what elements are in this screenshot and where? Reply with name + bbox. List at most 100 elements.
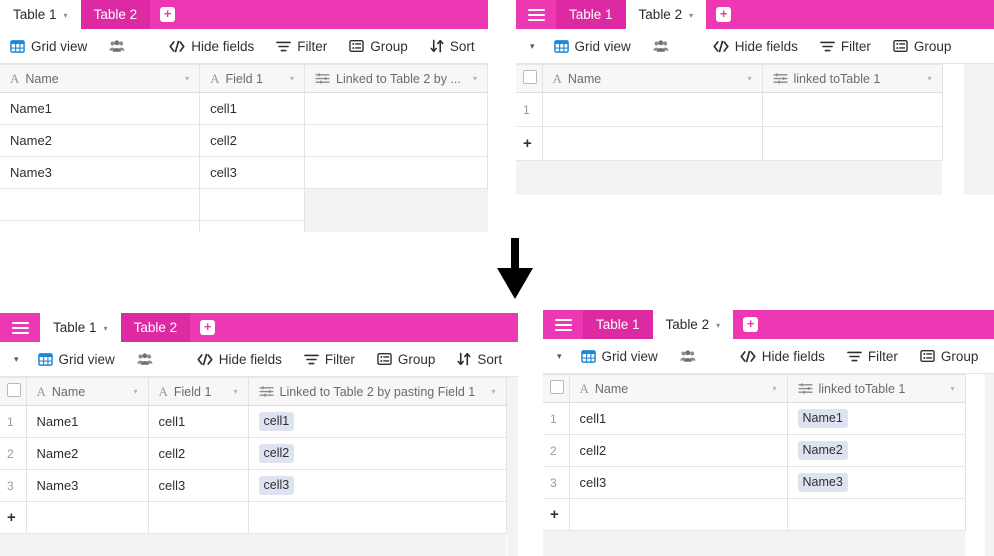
- group-button[interactable]: Group: [366, 352, 447, 367]
- select-all-cell[interactable]: [0, 377, 27, 406]
- column-header[interactable]: linked toTable 1 ▾: [787, 374, 966, 403]
- table-cell[interactable]: cell3: [569, 466, 788, 499]
- chevron-down-icon[interactable]: ▾: [473, 74, 477, 83]
- table-cell[interactable]: Name2: [787, 434, 966, 467]
- tab-table-1[interactable]: Table 1 ▾: [40, 313, 121, 342]
- hide-fields-button[interactable]: Hide fields: [702, 39, 809, 54]
- column-header[interactable]: A Name ▾: [0, 64, 201, 93]
- grid-view-button[interactable]: Grid view: [0, 39, 98, 54]
- collaborators-button[interactable]: [669, 349, 707, 363]
- filter-button[interactable]: Filter: [836, 349, 909, 364]
- grid-view-button[interactable]: Grid view: [544, 39, 642, 54]
- row-number-cell[interactable]: 2: [543, 434, 570, 467]
- sidebar-toggle-caret-icon[interactable]: ▾: [0, 354, 28, 365]
- chevron-down-icon[interactable]: ▾: [233, 387, 237, 396]
- table-cell[interactable]: [542, 92, 763, 127]
- plus-icon[interactable]: +: [523, 135, 532, 152]
- column-header[interactable]: A Field 1 ▾: [199, 64, 305, 93]
- linked-record-chip[interactable]: Name1: [797, 409, 848, 428]
- select-all-cell[interactable]: [516, 64, 543, 93]
- column-header[interactable]: Linked to Table 2 by ... ▾: [304, 64, 488, 93]
- table-cell[interactable]: [762, 92, 943, 127]
- add-row[interactable]: +: [0, 501, 507, 534]
- row-number-cell[interactable]: 3: [0, 469, 27, 502]
- chevron-down-icon[interactable]: ▾: [689, 11, 693, 20]
- tab-table-2[interactable]: Table 2 ▾: [652, 310, 734, 339]
- table-row[interactable]: 1: [516, 92, 964, 127]
- chevron-down-icon[interactable]: ▾: [133, 387, 137, 396]
- tab-table-1[interactable]: Table 1: [583, 310, 653, 339]
- chevron-down-icon[interactable]: ▾: [772, 384, 776, 393]
- add-row[interactable]: +: [543, 498, 985, 531]
- add-row-cell[interactable]: +: [543, 498, 570, 531]
- filter-button[interactable]: Filter: [809, 39, 882, 54]
- chevron-down-icon[interactable]: ▾: [716, 321, 720, 330]
- linked-record-chip[interactable]: cell3: [258, 476, 295, 495]
- filter-button[interactable]: Filter: [265, 39, 338, 54]
- add-row-cell[interactable]: +: [516, 126, 543, 161]
- column-header[interactable]: A Name ▾: [569, 374, 788, 403]
- hamburger-menu-icon[interactable]: [0, 313, 40, 342]
- row-number-cell[interactable]: 1: [516, 92, 543, 127]
- plus-icon[interactable]: +: [7, 509, 16, 526]
- column-header[interactable]: A Name ▾: [26, 377, 149, 406]
- table-cell[interactable]: cell1: [199, 92, 305, 125]
- hide-fields-button[interactable]: Hide fields: [186, 352, 293, 367]
- table-row[interactable]: 2 cell2 Name2: [543, 434, 985, 467]
- hide-fields-button[interactable]: Hide fields: [158, 39, 265, 54]
- table-cell[interactable]: Name1: [0, 92, 201, 125]
- sidebar-toggle-caret-icon[interactable]: ▾: [516, 41, 544, 52]
- table-cell[interactable]: cell3: [248, 469, 507, 502]
- collaborators-button[interactable]: [126, 352, 164, 366]
- row-number-cell[interactable]: 1: [543, 402, 570, 435]
- select-all-cell[interactable]: [543, 374, 570, 403]
- hamburger-menu-icon[interactable]: [516, 0, 556, 29]
- collaborators-button[interactable]: [98, 39, 136, 53]
- row-number-cell[interactable]: 3: [543, 466, 570, 499]
- table-cell[interactable]: Name3: [0, 156, 201, 189]
- group-button[interactable]: Group: [882, 39, 963, 54]
- table-cell[interactable]: cell1: [148, 405, 249, 438]
- column-header[interactable]: linked toTable 1 ▾: [762, 64, 943, 93]
- add-row-cell[interactable]: +: [0, 501, 27, 534]
- table-cell[interactable]: Name3: [26, 469, 149, 502]
- table-cell[interactable]: Name3: [787, 466, 966, 499]
- chevron-down-icon[interactable]: ▾: [491, 387, 495, 396]
- add-table-button[interactable]: +: [150, 0, 185, 29]
- table-row[interactable]: Name1 cell1: [0, 92, 488, 125]
- table-row[interactable]: 3 Name3 cell3 cell3: [0, 469, 507, 502]
- select-all-checkbox[interactable]: [550, 380, 564, 394]
- linked-record-chip[interactable]: Name2: [797, 441, 848, 460]
- tab-table-2[interactable]: Table 2: [80, 0, 151, 29]
- tab-table-2[interactable]: Table 2 ▾: [625, 0, 707, 29]
- table-row[interactable]: 3 cell3 Name3: [543, 466, 985, 499]
- linked-record-chip[interactable]: Name3: [797, 473, 848, 492]
- sort-button[interactable]: Sort: [446, 352, 513, 367]
- sidebar-toggle-caret-icon[interactable]: ▾: [543, 351, 571, 362]
- table-row[interactable]: Name2 cell2: [0, 124, 488, 157]
- grid-view-button[interactable]: Grid view: [571, 349, 669, 364]
- table-cell[interactable]: cell2: [199, 124, 305, 157]
- table-cell[interactable]: [304, 124, 488, 157]
- chevron-down-icon[interactable]: ▾: [290, 74, 294, 83]
- table-cell[interactable]: cell2: [148, 437, 249, 470]
- table-row[interactable]: 1 cell1 Name1: [543, 402, 985, 435]
- table-cell[interactable]: cell2: [569, 434, 788, 467]
- table-cell[interactable]: Name2: [0, 124, 201, 157]
- linked-record-chip[interactable]: cell2: [258, 444, 295, 463]
- add-table-button[interactable]: +: [733, 310, 768, 339]
- chevron-down-icon[interactable]: ▾: [747, 74, 751, 83]
- table-cell[interactable]: cell2: [248, 437, 507, 470]
- table-row[interactable]: 1 Name1 cell1 cell1: [0, 405, 507, 438]
- add-table-button[interactable]: +: [190, 313, 225, 342]
- table-row[interactable]: Name3 cell3: [0, 156, 488, 189]
- table-cell[interactable]: cell3: [148, 469, 249, 502]
- tab-table-1[interactable]: Table 1: [556, 0, 626, 29]
- chevron-down-icon[interactable]: ▾: [185, 74, 189, 83]
- table-cell[interactable]: Name1: [787, 402, 966, 435]
- filter-button[interactable]: Filter: [293, 352, 366, 367]
- chevron-down-icon[interactable]: ▾: [64, 11, 68, 20]
- row-number-cell[interactable]: 2: [0, 437, 27, 470]
- table-cell[interactable]: cell1: [248, 405, 507, 438]
- table-cell[interactable]: [304, 92, 488, 125]
